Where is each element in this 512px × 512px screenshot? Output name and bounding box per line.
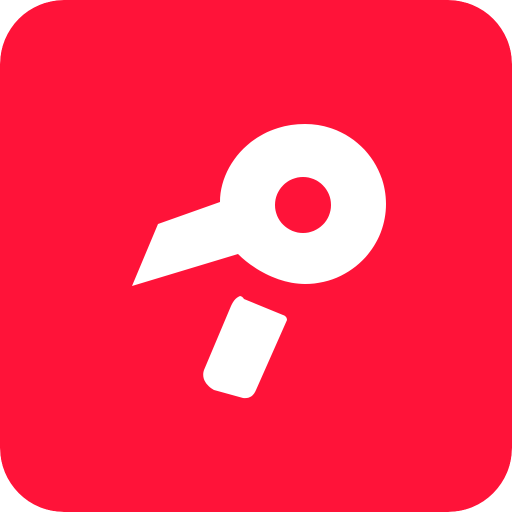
hair-dryer-icon xyxy=(0,0,512,512)
app-icon xyxy=(0,0,512,512)
